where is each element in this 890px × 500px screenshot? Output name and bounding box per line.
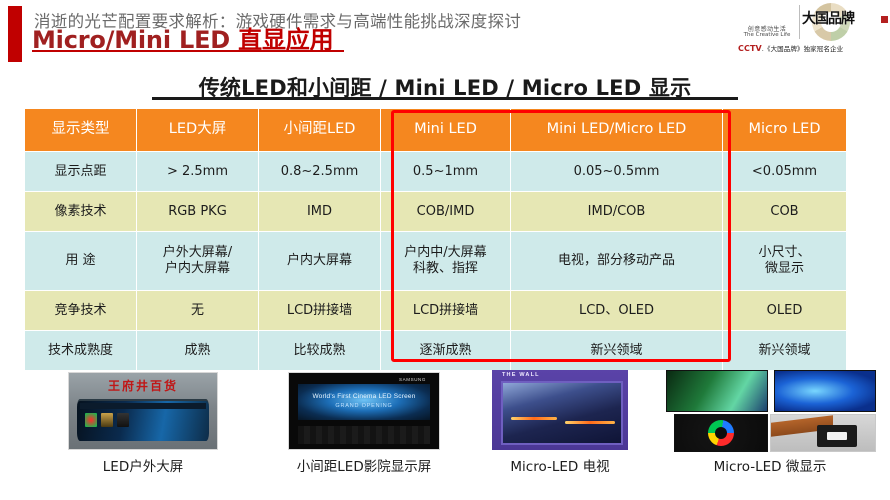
table-cell: 0.8~2.5mm xyxy=(258,151,381,192)
screen-swatch xyxy=(101,413,113,427)
table-cell: 0.5~1mm xyxy=(380,151,511,192)
chip-die xyxy=(817,425,857,447)
thumbnail-item: Micro-LED 微显示 xyxy=(666,370,876,475)
table-cell: 比较成熟 xyxy=(258,330,381,371)
row-label: 用 途 xyxy=(24,231,137,291)
table-cell: 新兴领域 xyxy=(722,330,847,371)
cinema-led-photo: SAMSUNG World's First Cinema LED Screen … xyxy=(288,372,440,450)
thumbnail-item: THE WALL Micro-LED 电视 xyxy=(492,370,628,475)
row-label: 显示点距 xyxy=(24,151,137,192)
seal-icon xyxy=(881,16,888,23)
table-row: 用 途 户外大屏幕/户内大屏幕 户内大屏幕 户内中/大屏幕 科教、指挥 电视，部分… xyxy=(24,231,847,291)
table-cell: > 2.5mm xyxy=(136,151,259,192)
brand-footer-text: .《大国品牌》独家冠名企业 xyxy=(761,45,844,53)
google-logo-panel xyxy=(674,414,768,452)
blue-panel xyxy=(774,370,876,412)
thumbnail-item: 王府井百货 LED户外大屏 xyxy=(68,372,218,475)
row-label: 竞争技术 xyxy=(24,290,137,331)
table-cell: 小尺寸、 微显示 xyxy=(722,231,847,291)
thumbnail-caption: LED户外大屏 xyxy=(102,459,184,475)
table-header-row: 显示类型 LED大屏 小间距LED Mini LED Mini LED/Micr… xyxy=(24,108,847,152)
microdisplay-grid xyxy=(666,370,876,452)
screen-swatch xyxy=(85,413,97,427)
brand-footer: CCTV.《大国品牌》独家冠名企业 xyxy=(738,43,886,53)
brand-name-cn: 大国品牌 xyxy=(802,11,855,27)
slide-accent-bar xyxy=(8,6,22,62)
lava-streak xyxy=(565,421,615,424)
table-cell: RGB PKG xyxy=(136,191,259,232)
table-cell: IMD xyxy=(258,191,381,232)
microled-tv-photo: THE WALL xyxy=(492,370,628,450)
page-overlay-title: 消逝的光芒配置要求解析：游戏硬件需求与高端性能挑战深度探讨 xyxy=(34,13,522,31)
table-header-cell: Micro LED xyxy=(722,108,847,152)
table-cell: IMD/COB xyxy=(510,191,723,232)
table-cell: LCD、OLED xyxy=(510,290,723,331)
butterfly-panel xyxy=(666,370,768,412)
led-screen xyxy=(77,399,209,441)
thumbnail-caption: 小间距LED影院显示屏 xyxy=(296,459,432,475)
thumbnail-caption: Micro-LED 电视 xyxy=(510,459,610,475)
table-row: 像素技术 RGB PKG IMD COB/IMD IMD/COB COB xyxy=(24,191,847,232)
thumbnail-caption: Micro-LED 微显示 xyxy=(713,459,827,475)
screen-top-bar xyxy=(80,403,206,409)
table-cell: 无 xyxy=(136,290,259,331)
microdisplay-chip-photo xyxy=(770,414,876,452)
table-cell: 0.05~0.5mm xyxy=(510,151,723,192)
google-g-icon xyxy=(708,420,734,446)
table-cell: 逐渐成熟 xyxy=(380,330,511,371)
table-row: 显示点距 > 2.5mm 0.8~2.5mm 0.5~1mm 0.05~0.5m… xyxy=(24,151,847,192)
brand-tagline: 创意感动生活 The Creative Life xyxy=(738,5,800,39)
table-cell: 成熟 xyxy=(136,330,259,371)
table-head: 显示类型 LED大屏 小间距LED Mini LED Mini LED/Micr… xyxy=(24,108,847,152)
table-cell: LCD拼接墙 xyxy=(380,290,511,331)
table-cell: 电视，部分移动产品 xyxy=(510,231,723,291)
table-header-cell: 小间距LED xyxy=(258,108,381,152)
table-header-cell: 显示类型 xyxy=(24,108,137,152)
table-cell: 户外大屏幕/户内大屏幕 xyxy=(136,231,259,291)
cinema-screen-line1: World's First Cinema LED Screen xyxy=(312,393,416,400)
thumbnail-item: SAMSUNG World's First Cinema LED Screen … xyxy=(288,372,440,475)
comparison-table: 显示类型 LED大屏 小间距LED Mini LED Mini LED/Micr… xyxy=(24,108,847,371)
table-body: 显示点距 > 2.5mm 0.8~2.5mm 0.5~1mm 0.05~0.5m… xyxy=(24,151,847,371)
table-header-cell: Mini LED xyxy=(380,108,511,152)
table-row: 技术成熟度 成熟 比较成熟 逐渐成熟 新兴领域 新兴领域 xyxy=(24,330,847,371)
cctv-wordmark: CCTV xyxy=(738,44,762,53)
brand-logo-row: 创意感动生活 The Creative Life 大国品牌 xyxy=(738,2,888,42)
table-cell: 户内大屏幕 xyxy=(258,231,381,291)
brand-tagline-en: The Creative Life xyxy=(743,32,791,39)
table-cell: COB xyxy=(722,191,847,232)
table-title-underline xyxy=(152,97,738,100)
theater-seats xyxy=(298,426,430,444)
the-wall-badge: THE WALL xyxy=(502,372,540,378)
outdoor-led-photo: 王府井百货 xyxy=(68,372,218,450)
table-cell: 新兴领域 xyxy=(510,330,723,371)
table-cell: <0.05mm xyxy=(722,151,847,192)
table-cell: OLED xyxy=(722,290,847,331)
tv-picture xyxy=(501,381,623,445)
brand-logo: 创意感动生活 The Creative Life 大国品牌 CCTV.《大国品牌… xyxy=(738,2,888,64)
table-cell: 户内中/大屏幕 科教、指挥 xyxy=(380,231,511,291)
row-label: 像素技术 xyxy=(24,191,137,232)
table-row: 竞争技术 无 LCD拼接墙 LCD拼接墙 LCD、OLED OLED xyxy=(24,290,847,331)
table-cell: LCD拼接墙 xyxy=(258,290,381,331)
cinema-screen: World's First Cinema LED Screen GRAND OP… xyxy=(298,384,430,420)
slide-heading-underline xyxy=(32,50,344,52)
brand-mark: 大国品牌 xyxy=(800,2,888,42)
thumbnail-strip: 王府井百货 LED户外大屏 SAMSUNG World's First Cine… xyxy=(0,368,890,500)
comparison-table-wrapper: 显示类型 LED大屏 小间距LED Mini LED Mini LED/Micr… xyxy=(24,108,847,371)
table-header-cell: LED大屏 xyxy=(136,108,259,152)
table-cell: COB/IMD xyxy=(380,191,511,232)
table-header-cell: Mini LED/Micro LED xyxy=(510,108,723,152)
row-label: 技术成熟度 xyxy=(24,330,137,371)
samsung-wordmark: SAMSUNG xyxy=(399,377,426,382)
billboard-sign-text: 王府井百货 xyxy=(107,379,178,393)
screen-swatch xyxy=(117,413,129,427)
cinema-screen-line2: GRAND OPENING xyxy=(335,403,393,409)
lava-streak xyxy=(511,417,557,420)
